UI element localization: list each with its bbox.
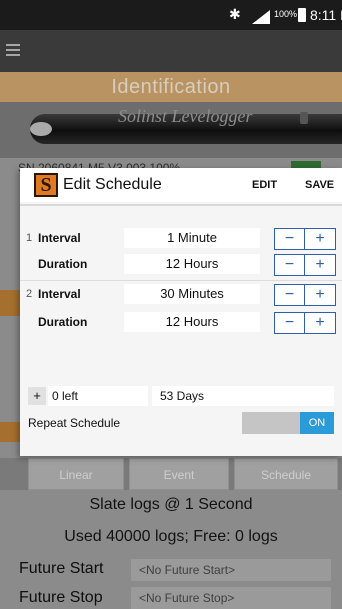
future-stop-label: Future Stop <box>19 589 103 606</box>
app-bar <box>0 30 342 72</box>
schedule-number: 2 <box>26 288 33 300</box>
clock: 8:11 PM <box>310 7 342 23</box>
repeat-schedule-label: Repeat Schedule <box>28 416 121 430</box>
total-days-field: 53 Days <box>152 386 334 406</box>
orange-strip <box>0 290 22 316</box>
device-cap <box>30 122 52 136</box>
schedule-summary-row: + 0 left 53 Days <box>20 386 342 406</box>
logging-rate-text: Slate logs @ 1 Second <box>89 496 253 513</box>
schedule-mode-button[interactable]: Schedule <box>234 458 338 490</box>
battery-icon <box>298 8 306 22</box>
linear-mode-button[interactable]: Linear <box>28 458 124 490</box>
interval-value-field[interactable]: 1 Minute <box>124 228 260 248</box>
dialog-title: Edit Schedule <box>63 176 162 193</box>
mode-button-row: Linear Event Schedule <box>0 458 342 490</box>
duration-stepper: − + <box>274 254 336 276</box>
future-start-label: Future Start <box>19 560 104 577</box>
interval-stepper: − + <box>274 284 336 306</box>
duration-value-field[interactable]: 12 Hours <box>124 254 260 274</box>
duration-label: Duration <box>38 257 88 271</box>
increment-button[interactable]: + <box>305 229 335 249</box>
interval-label: Interval <box>38 287 81 301</box>
schedule-2-interval-row: 2 Interval 30 Minutes − + <box>20 284 342 306</box>
future-stop-field[interactable]: <No Future Stop> <box>131 587 331 609</box>
header-divider <box>20 204 342 206</box>
device-brand-logo: Solinst Levelogger <box>118 106 253 126</box>
status-bar: ✱ 100% 8:11 PM <box>0 0 342 30</box>
increment-button[interactable]: + <box>305 255 335 275</box>
schedule-number: 1 <box>26 232 33 244</box>
schedule-1-duration-row: Duration 12 Hours − + <box>20 254 342 276</box>
duration-stepper: − + <box>274 312 336 334</box>
decrement-button[interactable]: − <box>275 313 305 333</box>
save-button[interactable]: SAVE <box>305 179 334 191</box>
add-schedule-button[interactable]: + <box>28 387 46 405</box>
section-header: Identification <box>0 72 342 102</box>
device-ring <box>300 112 308 124</box>
duration-label: Duration <box>38 315 88 329</box>
interval-value-field[interactable]: 30 Minutes <box>124 284 260 304</box>
hamburger-menu-icon[interactable] <box>6 44 20 56</box>
toggle-on-label: ON <box>300 412 334 434</box>
app-screen: ✱ 100% 8:11 PM Identification Solinst Le… <box>0 0 342 609</box>
interval-stepper: − + <box>274 228 336 250</box>
dialog-header: S Edit Schedule EDIT SAVE <box>20 168 342 202</box>
repeat-schedule-toggle[interactable]: ON <box>242 412 334 434</box>
bluetooth-icon: ✱ <box>229 6 241 22</box>
interval-label: Interval <box>38 231 81 245</box>
remaining-field: 0 left <box>48 386 148 406</box>
solinst-logo-icon: S <box>34 173 58 197</box>
schedule-2-duration-row: Duration 12 Hours − + <box>20 312 342 334</box>
increment-button[interactable]: + <box>305 285 335 305</box>
increment-button[interactable]: + <box>305 313 335 333</box>
duration-value-field[interactable]: 12 Hours <box>124 312 260 332</box>
schedule-1-interval-row: 1 Interval 1 Minute − + <box>20 228 342 250</box>
battery-percent: 100% <box>274 9 298 19</box>
edit-button[interactable]: EDIT <box>252 179 277 191</box>
orange-strip <box>0 422 22 442</box>
row-divider <box>20 280 342 281</box>
future-start-field[interactable]: <No Future Start> <box>131 559 331 581</box>
decrement-button[interactable]: − <box>275 229 305 249</box>
device-image: Solinst Levelogger <box>0 102 342 158</box>
signal-icon <box>252 10 270 24</box>
event-mode-button[interactable]: Event <box>129 458 229 490</box>
log-usage-text: Used 40000 logs; Free: 0 logs <box>64 528 278 545</box>
edit-schedule-dialog: S Edit Schedule EDIT SAVE 1 Interval 1 M… <box>20 168 342 456</box>
decrement-button[interactable]: − <box>275 285 305 305</box>
decrement-button[interactable]: − <box>275 255 305 275</box>
